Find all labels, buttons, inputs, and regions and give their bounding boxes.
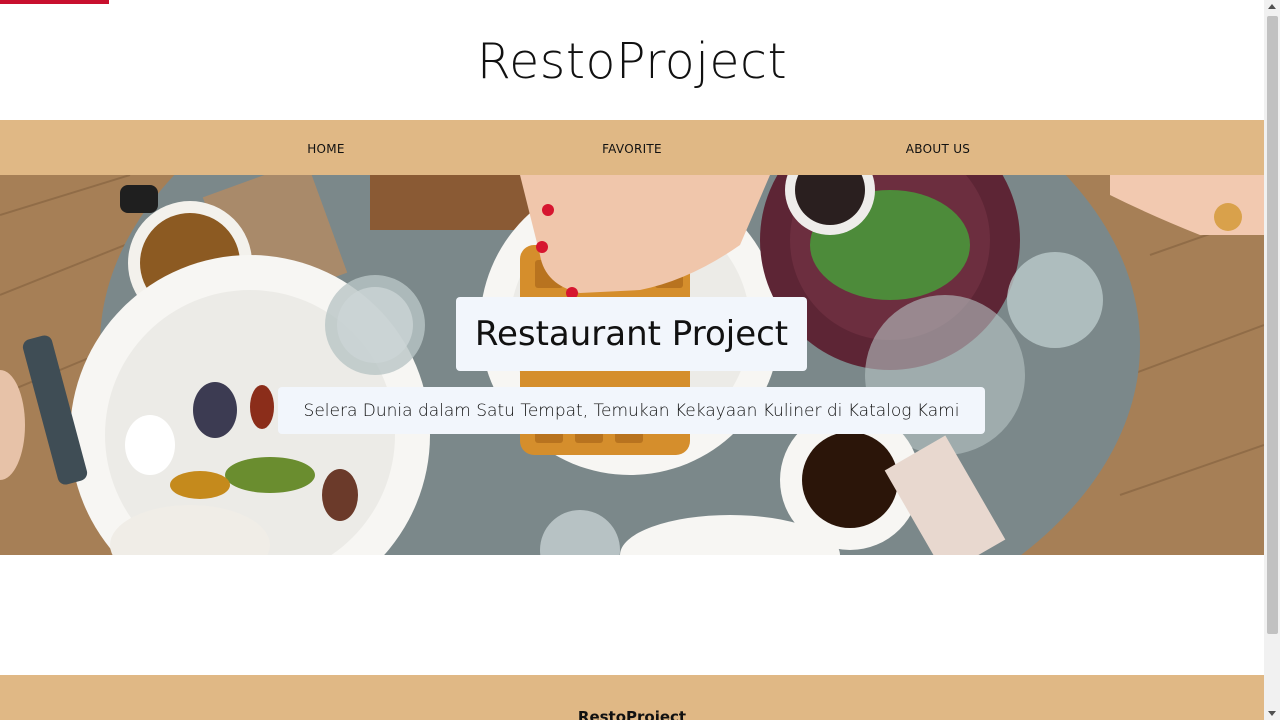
main-nav: HOME FAVORITE ABOUT US	[0, 120, 1264, 175]
hero-section: Restaurant Project Selera Dunia dalam Sa…	[0, 175, 1264, 555]
main-content	[0, 555, 1264, 675]
nav-item-about-us: ABOUT US	[785, 138, 1091, 157]
hero-title: Restaurant Project	[456, 297, 807, 371]
nav-link-about-us[interactable]: ABOUT US	[906, 142, 970, 156]
nav-link-favorite[interactable]: FAVORITE	[602, 142, 662, 156]
scroll-up-arrow-icon[interactable]	[1268, 4, 1276, 9]
site-header: RestoProject	[0, 0, 1264, 120]
nav-item-favorite: FAVORITE	[479, 138, 785, 157]
vertical-scrollbar[interactable]	[1264, 0, 1280, 720]
nav-link-home[interactable]: HOME	[307, 142, 345, 156]
nav-item-home: HOME	[173, 138, 479, 157]
page-loading-bar	[0, 0, 109, 4]
site-footer: RestoProject	[0, 675, 1264, 720]
brand-title[interactable]: RestoProject	[477, 33, 787, 90]
nav-list: HOME FAVORITE ABOUT US	[0, 138, 1264, 157]
scroll-thumb[interactable]	[1267, 16, 1278, 634]
scroll-down-arrow-icon[interactable]	[1268, 711, 1276, 716]
page: RestoProject HOME FAVORITE ABOUT US Rest…	[0, 0, 1264, 720]
footer-brand: RestoProject	[577, 708, 687, 720]
hero-subtitle: Selera Dunia dalam Satu Tempat, Temukan …	[278, 387, 985, 434]
